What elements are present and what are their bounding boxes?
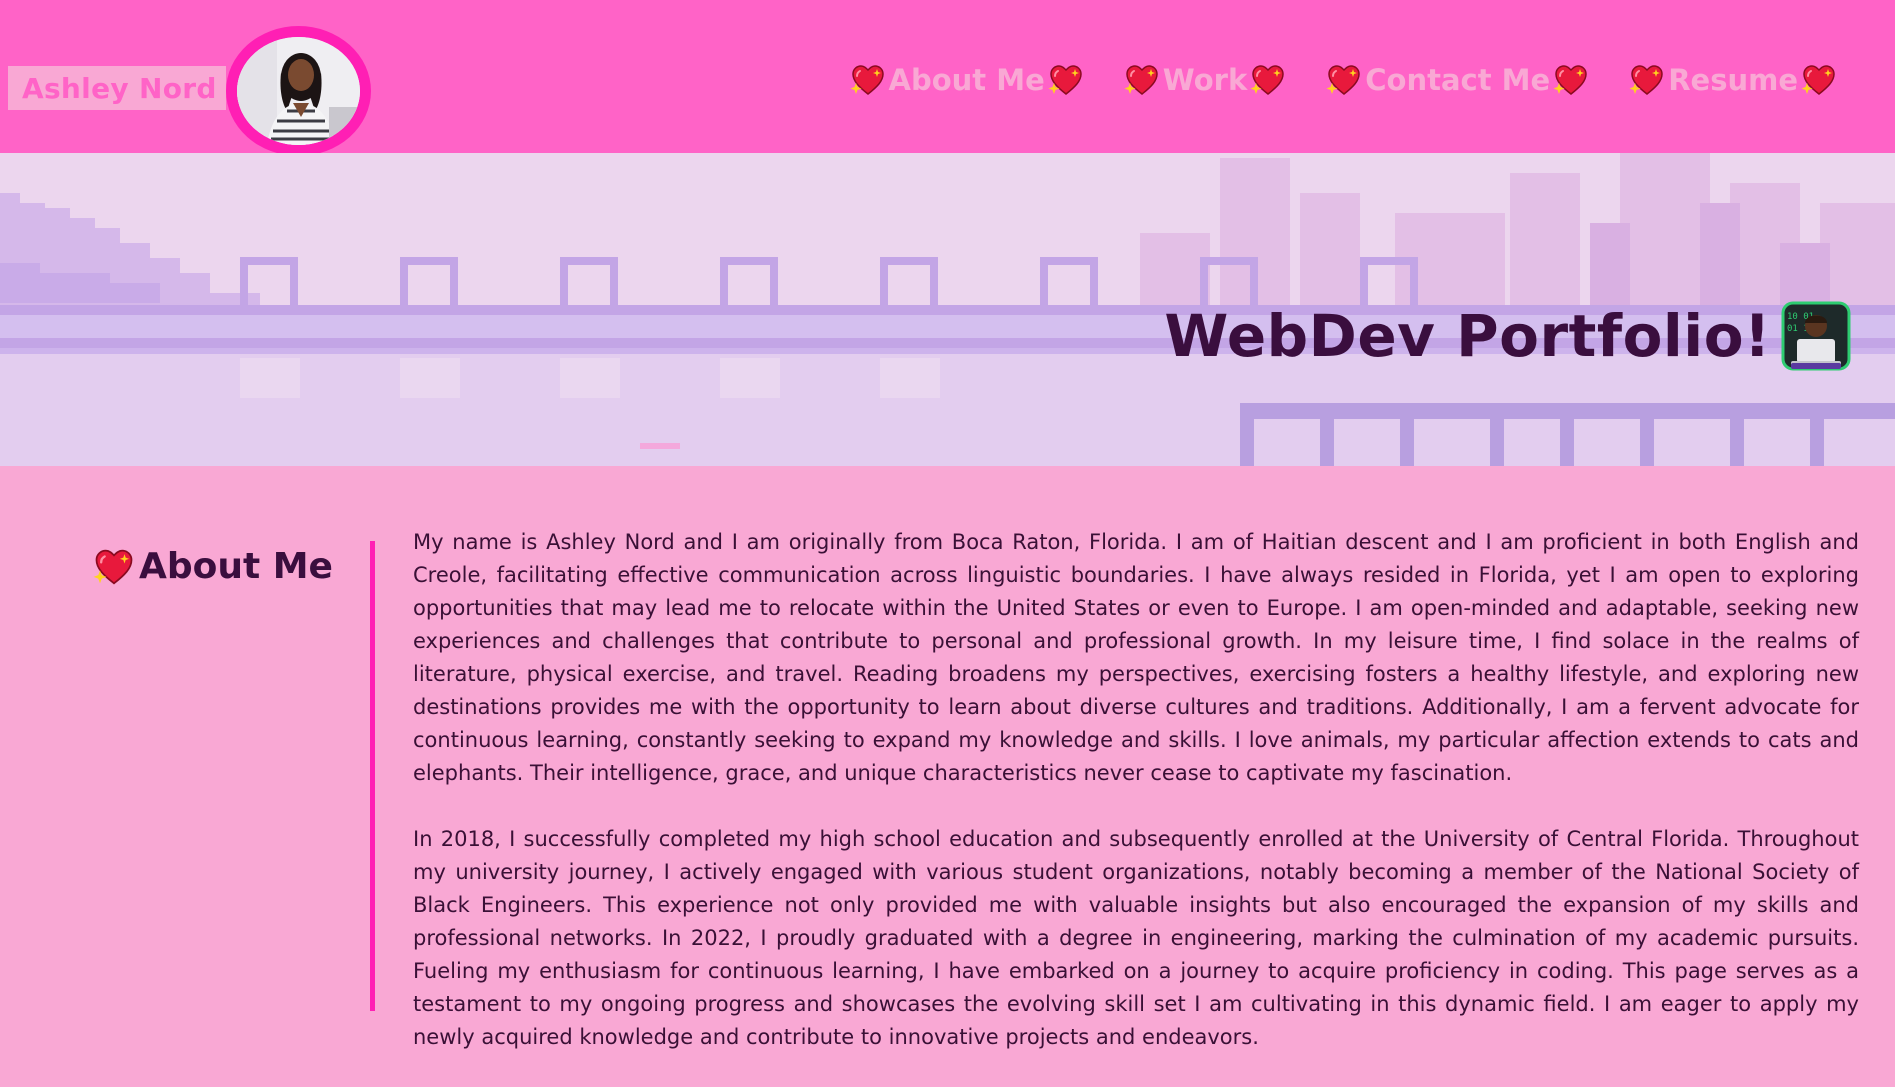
sparkling-heart-icon (850, 63, 886, 97)
hero-title-group: WebDev Portfolio! 10 01 01 10 (1164, 301, 1851, 371)
nav-label-about-me: About Me (888, 63, 1045, 97)
about-paragraph-2: In 2018, I successfully completed my hig… (413, 827, 1859, 1049)
site-name[interactable]: Ashley Nord (8, 72, 217, 105)
name-plate: Ashley Nord (8, 66, 226, 110)
nav-label-contact-me: Contact Me (1365, 63, 1551, 97)
section-divider (370, 541, 375, 1011)
sparkling-heart-icon (1326, 63, 1362, 97)
sparkling-heart-icon (1801, 63, 1837, 97)
site-header: Ashley Nord About Me Work Contact Me Res… (0, 0, 1895, 156)
nav-resume[interactable]: Resume (1629, 63, 1837, 97)
technologist-laptop-icon: 10 01 01 10 (1781, 301, 1851, 371)
nav-contact-me[interactable]: Contact Me (1326, 63, 1589, 97)
name-banner: Ashley Nord (0, 53, 236, 123)
sparkling-heart-icon (1124, 63, 1160, 97)
about-heading: About Me (139, 546, 333, 587)
page-title: WebDev Portfolio! (1164, 302, 1771, 370)
profile-photo (237, 37, 360, 145)
main-nav: About Me Work Contact Me Resume (850, 55, 1838, 105)
avatar (237, 37, 360, 145)
sparkling-heart-icon (1250, 63, 1286, 97)
sparkling-heart-icon (1048, 63, 1084, 97)
sparkling-heart-icon (93, 547, 135, 587)
hero-banner: WebDev Portfolio! 10 01 01 10 (0, 153, 1895, 466)
nav-label-work: Work (1162, 63, 1248, 97)
nav-label-resume: Resume (1668, 63, 1798, 97)
about-paragraph-1: My name is Ashley Nord and I am original… (413, 530, 1859, 785)
sparkling-heart-icon (1629, 63, 1665, 97)
nav-work[interactable]: Work (1124, 63, 1286, 97)
about-body: My name is Ashley Nord and I am original… (413, 526, 1859, 1087)
about-heading-group: About Me (93, 546, 333, 587)
about-section: About Me My name is Ashley Nord and I am… (0, 466, 1895, 1049)
sparkling-heart-icon (1553, 63, 1589, 97)
nav-about-me[interactable]: About Me (850, 63, 1084, 97)
